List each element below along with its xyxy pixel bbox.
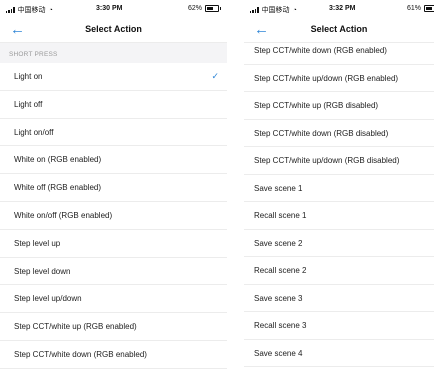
list-item-label: Step CCT/white up/down (RGB disabled) [254, 156, 400, 165]
list-item-label: Step CCT/white down (RGB enabled) [254, 46, 387, 55]
action-list: Light on ✓ Light off Light on/off White on (… [0, 63, 227, 369]
status-bar: 中国移动 ◔ 3:32 PM 61% [244, 0, 434, 18]
status-time: 3:30 PM [96, 5, 123, 12]
list-item[interactable]: Recall scene 1 [244, 202, 434, 230]
list-item[interactable]: White on/off (RGB enabled) [0, 202, 227, 230]
list-item[interactable]: Save scene 1 [244, 175, 434, 202]
page-title: Select Action [310, 24, 368, 34]
list-item-label: Recall scene 1 [254, 211, 307, 220]
list-item[interactable]: Step CCT/white up/down (RGB enabled) [244, 65, 434, 92]
list-item-label: Recall scene 2 [254, 266, 307, 275]
list-item-label: Light off [14, 99, 43, 109]
list-item[interactable]: Light off [0, 91, 227, 119]
list-item[interactable]: Light on/off [0, 119, 227, 147]
battery-icon [424, 5, 434, 12]
list-item-label: Step CCT/white down (RGB disabled) [254, 128, 389, 138]
list-item[interactable]: White on (RGB enabled) [0, 146, 227, 175]
battery-percent: 61% [406, 5, 421, 12]
list-item-label: White off (RGB enabled) [14, 183, 102, 193]
navigation-bar: ← Select Action [0, 18, 227, 43]
list-item[interactable]: Step CCT/white down (RGB enabled) [0, 341, 227, 369]
list-item[interactable]: Save scene 3 [244, 285, 434, 312]
signal-icon [250, 7, 259, 13]
list-item[interactable]: Recall scene 2 [244, 257, 434, 285]
section-header: SHORT PRESS [0, 43, 227, 63]
list-item-label: Step level down [14, 266, 71, 276]
list-item[interactable]: Step level up [0, 230, 227, 258]
action-list: Step CCT/white down (RGB enabled) Step CC… [244, 37, 434, 367]
list-item[interactable]: Light on ✓ [0, 63, 227, 91]
list-item[interactable]: Step CCT/white down (RGB enabled) [244, 37, 434, 65]
wifi-icon: ◔ [292, 6, 297, 14]
list-item[interactable]: Save scene 2 [244, 230, 434, 257]
list-item-label: Light on/off [14, 127, 54, 137]
list-item[interactable]: Step level down [0, 258, 227, 286]
list-item[interactable]: Step CCT/white up (RGB disabled) [244, 92, 434, 120]
list-item-label: White on/off (RGB enabled) [14, 210, 113, 220]
battery-fill [426, 7, 433, 10]
carrier-label: 中国移动 [17, 7, 46, 14]
battery-fill [207, 7, 214, 10]
list-item[interactable]: White off (RGB enabled) [0, 174, 227, 202]
list-item-label: Step CCT/white down (RGB enabled) [14, 349, 147, 359]
list-item[interactable]: Step CCT/white up (RGB enabled) [0, 313, 227, 341]
signal-icon [6, 7, 15, 13]
list-item-label: Save scene 3 [254, 293, 303, 303]
list-item-label: Step CCT/white up (RGB disabled) [254, 101, 379, 110]
list-item-label: Step CCT/white up (RGB enabled) [14, 322, 137, 332]
list-item-label: Save scene 2 [254, 238, 303, 248]
list-item-label: Save scene 1 [254, 183, 303, 193]
list-item-label: Step level up [14, 238, 61, 248]
status-time: 3:32 PM [329, 5, 356, 12]
list-item[interactable]: Save scene 4 [244, 340, 434, 367]
battery-percent: 62% [187, 5, 202, 12]
phone-screen-left: 中国移动 ◔ 3:30 PM 62% ← Select Action SHORT… [0, 0, 227, 373]
battery-icon [205, 5, 221, 12]
list-item[interactable]: Step CCT/white up/down (RGB disabled) [244, 147, 434, 175]
list-item[interactable]: Recall scene 3 [244, 312, 434, 340]
wifi-icon: ◔ [48, 6, 53, 14]
page-title: Select Action [85, 24, 142, 34]
list-item-label: Recall scene 3 [254, 321, 307, 330]
carrier-label: 中国移动 [261, 7, 290, 14]
status-bar: 中国移动 ◔ 3:30 PM 62% [0, 0, 227, 18]
list-item-label: Step level up/down [14, 294, 82, 304]
list-item[interactable]: Step level up/down [0, 285, 227, 314]
list-item-label: White on (RGB enabled) [14, 155, 102, 165]
list-item[interactable]: Step CCT/white down (RGB disabled) [244, 120, 434, 147]
checkmark-icon: ✓ [211, 71, 219, 81]
phone-screen-right: 中国移动 ◔ 3:32 PM 61% ← Select Action Step … [244, 0, 434, 373]
list-item-label: Save scene 4 [254, 348, 303, 358]
list-item-label: Step CCT/white up/down (RGB enabled) [254, 73, 399, 83]
list-item-label: Light on [14, 72, 43, 81]
screen-gap [227, 0, 244, 373]
